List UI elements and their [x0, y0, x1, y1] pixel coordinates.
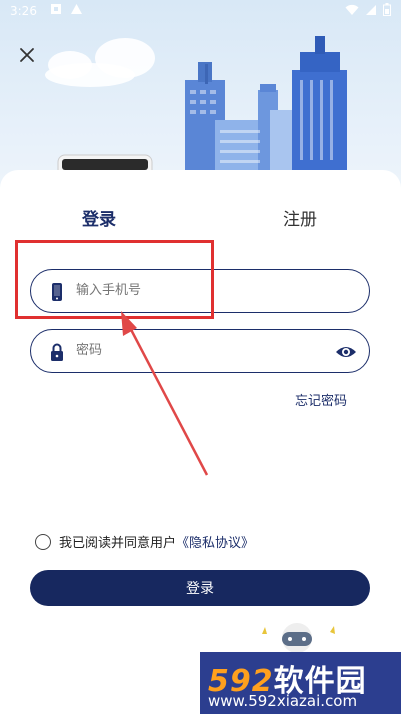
agreement-row: 我已阅读并同意用户 《隐私协议》 — [35, 532, 254, 551]
privacy-policy-link[interactable]: 《隐私协议》 — [176, 532, 254, 551]
tab-register[interactable]: 注册 — [283, 205, 317, 230]
warning-icon — [71, 4, 82, 14]
wifi-icon — [345, 4, 359, 15]
battery-icon — [383, 3, 391, 16]
password-field[interactable] — [30, 329, 370, 373]
password-input[interactable] — [76, 342, 252, 357]
eye-icon[interactable] — [335, 342, 357, 362]
tab-login[interactable]: 登录 — [82, 205, 116, 230]
login-button[interactable]: 登录 — [30, 570, 370, 606]
close-button[interactable] — [12, 40, 42, 70]
lock-icon — [51, 343, 63, 361]
annotation-highlight-box — [15, 240, 214, 319]
watermark-url: www.592xiazai.com — [208, 692, 358, 710]
notification-icon — [51, 4, 61, 14]
agreement-radio[interactable] — [35, 533, 51, 550]
status-bar: 3:26 — [0, 0, 401, 24]
close-icon — [20, 48, 34, 62]
status-time: 3:26 — [10, 4, 37, 18]
site-watermark: 592软件园 www.592xiazai.com — [200, 652, 401, 714]
signal-icon — [366, 4, 376, 15]
agreement-text: 我已阅读并同意用户 — [59, 536, 177, 551]
forgot-password-link[interactable]: 忘记密码 — [295, 390, 347, 409]
